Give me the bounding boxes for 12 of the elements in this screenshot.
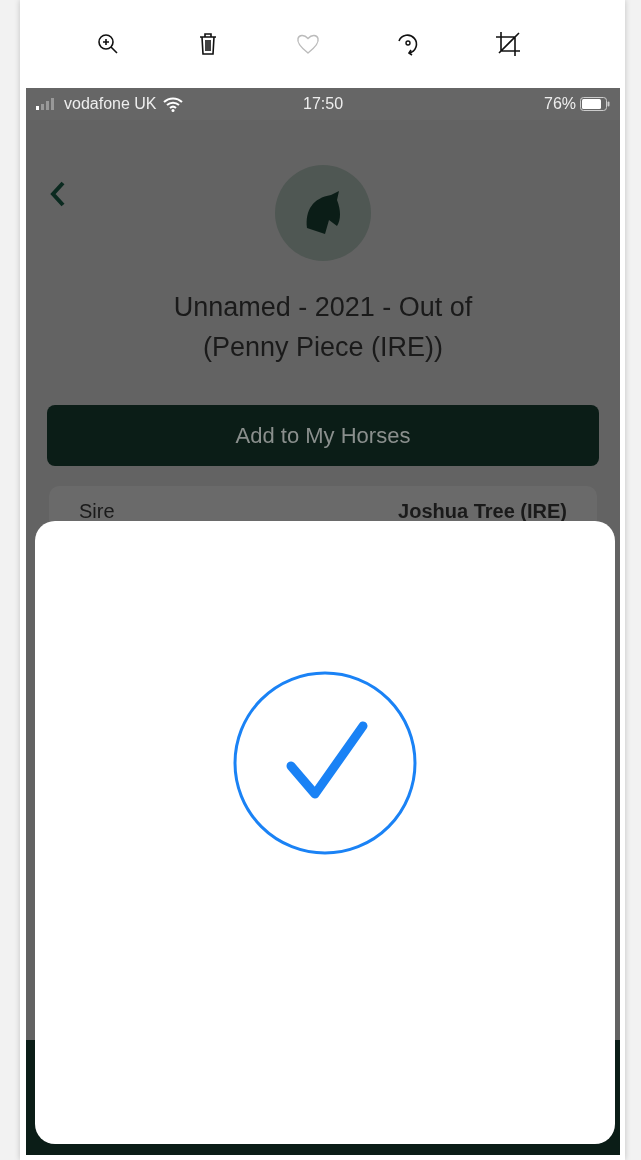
back-icon[interactable] <box>50 180 66 208</box>
detail-value: Joshua Tree (IRE) <box>398 500 567 523</box>
add-to-my-horses-button[interactable]: Add to My Horses <box>47 405 599 466</box>
status-time: 17:50 <box>303 95 344 113</box>
battery-icon <box>580 97 610 111</box>
battery-percent: 76% <box>544 95 576 113</box>
detail-label: Sire <box>79 500 115 523</box>
wifi-icon <box>162 96 183 112</box>
horse-name: Unnamed - 2021 - Out of (Penny Piece (IRE)) <box>172 291 474 364</box>
carrier-name: vodafone UK <box>64 95 157 113</box>
checkmark-icon <box>233 670 417 855</box>
crop-icon[interactable] <box>495 31 521 57</box>
